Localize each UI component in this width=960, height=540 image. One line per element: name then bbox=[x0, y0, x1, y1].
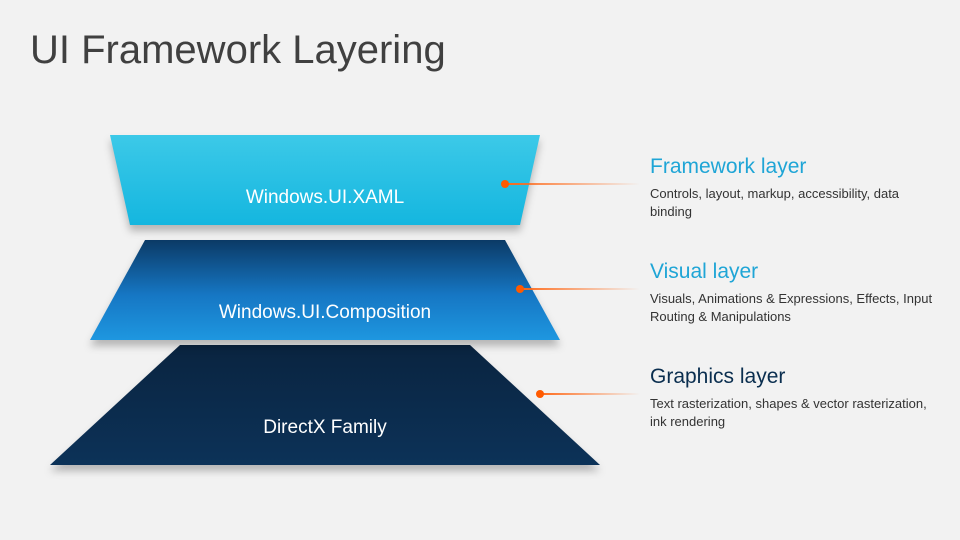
callout-graphics: Graphics layer Text rasterization, shape… bbox=[650, 365, 940, 430]
callout-graphics-title: Graphics layer bbox=[650, 365, 940, 389]
leader-line-framework bbox=[505, 183, 640, 185]
layer-visual: Windows.UI.Composition bbox=[50, 240, 600, 350]
callout-framework-title: Framework layer bbox=[650, 155, 940, 179]
page-title: UI Framework Layering bbox=[30, 28, 446, 73]
callout-visual-title: Visual layer bbox=[650, 260, 940, 284]
leader-line-visual bbox=[520, 288, 640, 290]
layer-framework-label: Windows.UI.XAML bbox=[50, 187, 600, 209]
callout-graphics-desc: Text rasterization, shapes & vector rast… bbox=[650, 395, 940, 430]
layer-graphics-label: DirectX Family bbox=[50, 417, 600, 439]
callout-framework: Framework layer Controls, layout, markup… bbox=[650, 155, 940, 220]
leader-line-graphics bbox=[540, 393, 640, 395]
layer-pyramid: DirectX Family Windows.UI.Composition bbox=[50, 135, 600, 475]
callout-visual-desc: Visuals, Animations & Expressions, Effec… bbox=[650, 290, 940, 325]
layer-graphics: DirectX Family bbox=[50, 345, 600, 465]
callout-framework-desc: Controls, layout, markup, accessibility,… bbox=[650, 185, 940, 220]
layer-framework: Windows.UI.XAML bbox=[50, 135, 600, 235]
layer-visual-label: Windows.UI.Composition bbox=[50, 302, 600, 324]
callout-visual: Visual layer Visuals, Animations & Expre… bbox=[650, 260, 940, 325]
